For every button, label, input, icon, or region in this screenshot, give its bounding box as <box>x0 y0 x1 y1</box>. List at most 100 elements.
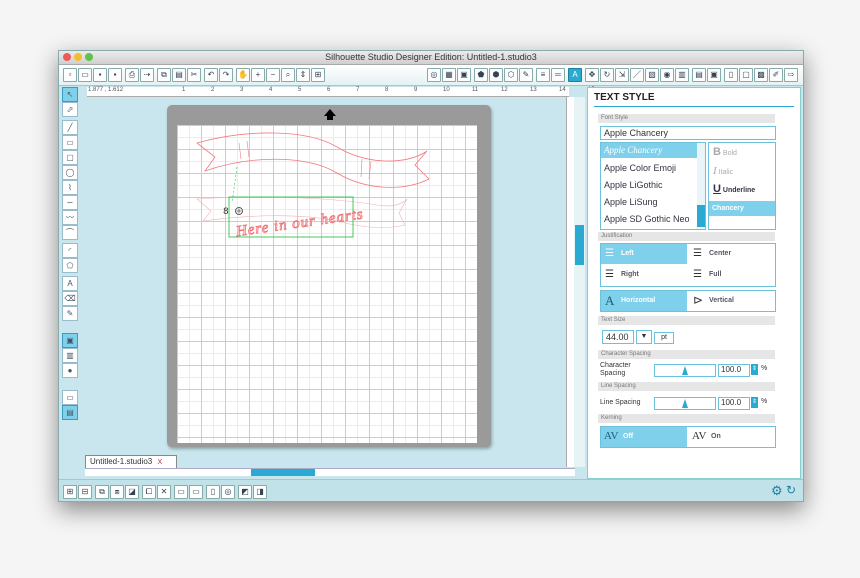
font-list-item[interactable]: Apple LiGothic <box>604 180 663 190</box>
font-list[interactable]: Apple Chancery Apple Color Emoji Apple L… <box>600 142 706 230</box>
text-style-icon[interactable]: A <box>568 68 582 82</box>
font-list-item[interactable]: Apple SD Gothic Neo <box>604 214 690 224</box>
kerning-off-button[interactable]: AV Off <box>601 427 687 447</box>
direction-horizontal-button[interactable]: A Horizontal <box>601 291 687 311</box>
font-list-scroll-thumb[interactable] <box>697 205 705 227</box>
weld-icon[interactable]: ◪ <box>125 485 139 499</box>
character-spacing-slider[interactable] <box>654 364 716 377</box>
close-window-button[interactable] <box>63 53 71 61</box>
knife-icon[interactable]: ／ <box>630 68 644 82</box>
cut-icon[interactable]: ✂ <box>187 68 201 82</box>
character-spacing-slider-handle[interactable] <box>682 366 688 375</box>
library-view-icon[interactable]: ▥ <box>62 348 78 363</box>
design-grid[interactable]: 8 Here in our hearts <box>177 125 477 443</box>
new-document-icon[interactable]: ▫ <box>63 68 77 82</box>
italic-button[interactable]: I Italic <box>713 165 733 177</box>
ungroup-icon[interactable]: ⊟ <box>78 485 92 499</box>
text-size-dropdown-icon[interactable]: ▼ <box>636 330 652 344</box>
minimize-window-button[interactable] <box>74 53 82 61</box>
justify-right-button[interactable]: ☰ Right <box>601 265 687 285</box>
trace-icon[interactable]: ◉ <box>660 68 674 82</box>
fill-color-icon[interactable]: ⬟ <box>474 68 488 82</box>
text-tool-icon[interactable]: A <box>62 276 78 291</box>
line-color-icon[interactable]: ✎ <box>519 68 533 82</box>
drag-zoom-icon[interactable]: ⇕ <box>296 68 310 82</box>
font-list-item[interactable]: Apple LiSung <box>604 197 658 207</box>
justify-left-button[interactable]: ☰ Left <box>601 244 687 264</box>
rotate-icon[interactable]: ↻ <box>600 68 614 82</box>
transform-icon[interactable]: ✥ <box>585 68 599 82</box>
vertical-scrollbar[interactable] <box>574 97 585 467</box>
banner-text[interactable]: Here in our hearts <box>234 206 365 241</box>
undo-icon[interactable]: ↶ <box>204 68 218 82</box>
polygon-tool-icon[interactable]: ⌇ <box>62 180 78 195</box>
replicate-icon[interactable]: ▧ <box>645 68 659 82</box>
character-spacing-stepper[interactable]: ⇕ <box>751 364 758 375</box>
text-size-unit[interactable]: pt <box>654 332 674 344</box>
register-marks-icon[interactable]: ▯ <box>724 68 738 82</box>
delete-icon[interactable]: ✕ <box>157 485 171 499</box>
justify-center-button[interactable]: ☰ Center <box>689 244 775 264</box>
save-as-icon[interactable]: ▪ <box>108 68 122 82</box>
curve-tool-icon[interactable]: ∽ <box>62 195 78 210</box>
sketch-pen-icon[interactable]: ✐ <box>769 68 783 82</box>
rounded-rectangle-icon[interactable]: ▢ <box>62 150 78 165</box>
cutter-icon[interactable]: ⇨ <box>784 68 798 82</box>
eraser-tool-icon[interactable]: ⌫ <box>62 291 78 306</box>
document-tab[interactable]: Untitled-1.studio3 X <box>85 455 177 468</box>
zoom-window-button[interactable] <box>85 53 93 61</box>
page-settings-icon[interactable]: ▣ <box>457 68 471 82</box>
justify-full-button[interactable]: ☰ Full <box>689 265 775 285</box>
line-spacing-slider[interactable] <box>654 397 716 410</box>
release-compound-icon[interactable]: ⧈ <box>110 485 124 499</box>
panel-mode-icon[interactable]: ▤ <box>62 405 78 420</box>
font-name-input[interactable]: Apple Chancery <box>600 126 776 140</box>
freehand-tool-icon[interactable]: 〰 <box>62 210 78 225</box>
send-icon[interactable]: ▩ <box>754 68 768 82</box>
redo-icon[interactable]: ↷ <box>219 68 233 82</box>
open-folder-icon[interactable]: ▭ <box>78 68 92 82</box>
direction-vertical-button[interactable]: ⊳ Vertical <box>689 291 775 311</box>
line-spacing-slider-handle[interactable] <box>682 399 688 408</box>
design-view-icon[interactable]: ▣ <box>62 333 78 348</box>
pen-tool-icon[interactable]: ✎ <box>62 306 78 321</box>
text-size-input[interactable]: 44.00 <box>602 330 634 344</box>
chancery-style-button[interactable]: Chancery <box>709 201 775 216</box>
store-icon[interactable]: ▣ <box>707 68 721 82</box>
character-spacing-input[interactable]: 100.0 <box>718 364 750 377</box>
zoom-select-icon[interactable]: ⌕ <box>281 68 295 82</box>
offset-icon[interactable]: ◎ <box>427 68 441 82</box>
banner-top[interactable] <box>196 132 430 188</box>
save-icon[interactable]: ▪ <box>93 68 107 82</box>
smooth-freehand-icon[interactable]: ⌒ <box>62 225 78 240</box>
select-arrow-icon[interactable]: ↖ <box>62 87 78 102</box>
vertical-scroll-thumb[interactable] <box>575 225 584 265</box>
zoom-out-icon[interactable]: − <box>266 68 280 82</box>
line-tool-icon[interactable]: ╱ <box>62 120 78 135</box>
line-spacing-input[interactable]: 100.0 <box>718 397 750 410</box>
font-list-item[interactable]: Apple Chancery <box>604 145 662 155</box>
grid-settings-icon[interactable]: ▦ <box>442 68 456 82</box>
bold-button[interactable]: B Bold <box>713 146 737 158</box>
copy-icon[interactable]: ⧉ <box>157 68 171 82</box>
library-icon[interactable]: ▤ <box>692 68 706 82</box>
horizontal-scrollbar[interactable] <box>85 468 575 476</box>
cut-settings-icon[interactable]: ▥ <box>675 68 689 82</box>
refresh-icon[interactable]: ↻ <box>786 483 796 497</box>
kerning-on-button[interactable]: AV On <box>689 427 775 447</box>
print-icon[interactable]: ⎙ <box>125 68 139 82</box>
bring-forward-icon[interactable]: ▭ <box>174 485 188 499</box>
trace-settings-icon[interactable]: ◎ <box>221 485 235 499</box>
group-icon[interactable]: ⊞ <box>63 485 77 499</box>
regular-polygon-icon[interactable]: ⬠ <box>62 258 78 273</box>
rotate-handle-icon[interactable]: 8 <box>223 207 229 217</box>
send-backward-icon[interactable]: ▭ <box>189 485 203 499</box>
online-store-icon[interactable]: ● <box>62 363 78 378</box>
page-layout-icon[interactable]: ▢ <box>739 68 753 82</box>
pattern-fill-icon[interactable]: ⬡ <box>504 68 518 82</box>
window-mode-icon[interactable]: ▭ <box>62 390 78 405</box>
scale-icon[interactable]: ⇲ <box>615 68 629 82</box>
send-to-cutter-icon[interactable]: ⇢ <box>140 68 154 82</box>
line-weight-icon[interactable]: ═ <box>551 68 565 82</box>
underline-button[interactable]: U Underline <box>713 183 755 195</box>
